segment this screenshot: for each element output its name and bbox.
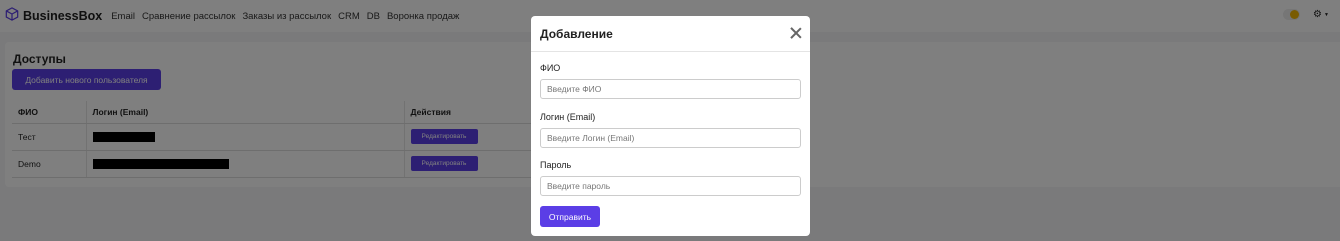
password-input[interactable] xyxy=(540,176,801,196)
modal-header: Добавление xyxy=(531,16,810,52)
fio-input[interactable] xyxy=(540,79,801,99)
modal-title: Добавление xyxy=(540,27,613,41)
password-label: Пароль xyxy=(540,160,572,170)
login-label: Логин (Email) xyxy=(540,112,596,122)
close-icon[interactable] xyxy=(789,26,803,40)
submit-button[interactable]: Отправить xyxy=(540,206,600,227)
add-user-modal: Добавление ФИО Логин (Email) Пароль Отпр… xyxy=(531,16,810,236)
fio-label: ФИО xyxy=(540,63,561,73)
login-input[interactable] xyxy=(540,128,801,148)
